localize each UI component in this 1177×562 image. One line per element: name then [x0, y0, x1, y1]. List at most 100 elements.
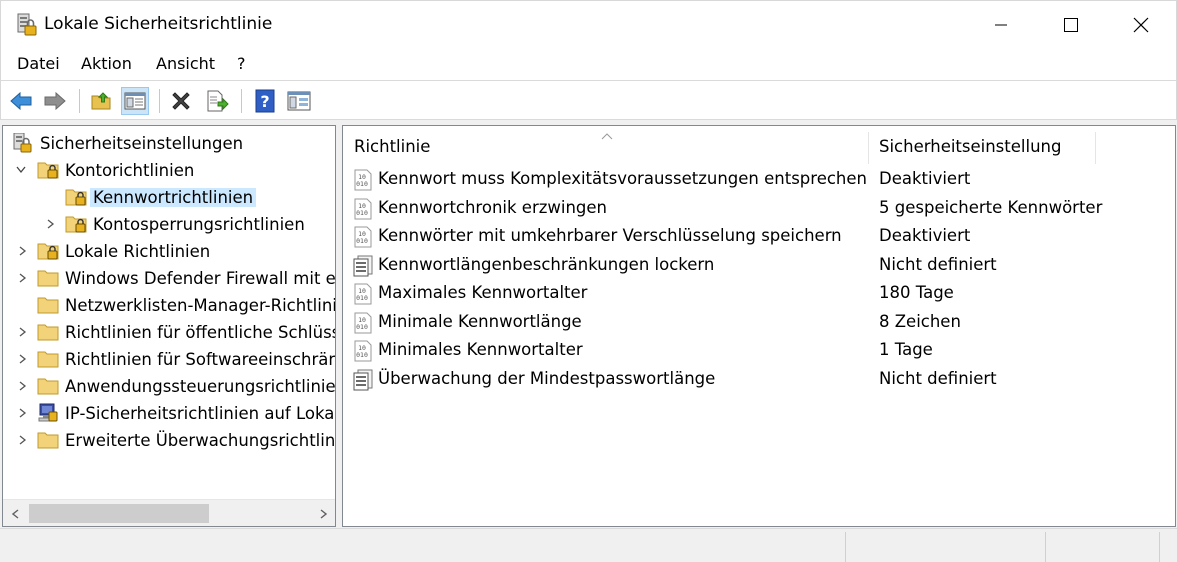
policy-setting: 1 Tage	[879, 340, 933, 359]
policy-setting: Deaktiviert	[879, 226, 971, 245]
tree-root-label: Sicherheitseinstellungen	[40, 133, 244, 153]
menu-aktion[interactable]: Aktion	[81, 54, 132, 73]
toolbar: ?	[0, 80, 1177, 120]
horizontal-scrollbar[interactable]	[3, 499, 335, 526]
svg-text:?: ?	[260, 92, 269, 111]
policy-name: Kennwortlängenbeschränkungen lockern	[378, 254, 715, 274]
tree-item-ip-security[interactable]: IP-Sicherheitsrichtlinien auf Lokaler Co…	[17, 400, 335, 426]
policy-name: Minimale Kennwortlänge	[378, 311, 582, 331]
tree-item-kennwortrichtlinien[interactable]: Kennwortrichtlinien	[65, 184, 257, 210]
folder-icon	[37, 351, 59, 368]
binary-policy-icon: 10 010	[354, 340, 372, 362]
table-row[interactable]: 10 010 Minimale Kennwortlänge 8 Zeichen	[343, 309, 1175, 337]
policy-name: Kennwortchronik erzwingen	[378, 197, 608, 217]
svg-text:010: 010	[356, 323, 368, 331]
menu-datei[interactable]: Datei	[17, 54, 60, 73]
show-hide-tree-button[interactable]	[121, 87, 149, 115]
tree-item-netzwerklisten-manager[interactable]: Netzwerklisten-Manager-Richtlinien	[37, 292, 336, 318]
policy-name: Maximales Kennwortalter	[378, 283, 588, 302]
tree-item-public-key-policies[interactable]: Richtlinien für öffentliche Schlüssel	[17, 319, 335, 345]
table-row[interactable]: Überwachung der Mindestpasswortlänge Nic…	[343, 366, 1175, 394]
tree-root[interactable]: Sicherheitseinstellungen	[12, 130, 243, 156]
tree-item-label: Kennwortrichtlinien	[90, 187, 257, 207]
close-button[interactable]	[1106, 1, 1176, 49]
window-title: Lokale Sicherheitsrichtlinie	[44, 14, 273, 34]
column-divider[interactable]	[1095, 132, 1096, 164]
delete-button[interactable]	[167, 87, 195, 115]
chevron-right-icon	[320, 508, 327, 519]
tree-item-kontosperrungsrichtlinien[interactable]: Kontosperrungsrichtlinien	[45, 211, 305, 237]
column-divider[interactable]	[868, 132, 869, 164]
column-header-setting[interactable]: Sicherheitseinstellung	[879, 126, 1061, 166]
tree-item-application-control[interactable]: Anwendungssteuerungsrichtlinien	[17, 373, 336, 399]
chevron-left-icon	[11, 508, 18, 519]
chevron-down-icon[interactable]	[15, 164, 27, 176]
svg-text:010: 010	[356, 180, 368, 188]
title-bar[interactable]: Lokale Sicherheitsrichtlinie	[0, 0, 1177, 48]
close-icon	[1133, 17, 1149, 33]
export-list-button[interactable]	[203, 87, 231, 115]
chevron-right-icon[interactable]	[17, 326, 29, 338]
chevron-right-icon[interactable]	[17, 434, 29, 446]
chevron-right-icon[interactable]	[17, 245, 29, 257]
column-header-policy[interactable]: Richtlinie	[354, 126, 430, 166]
up-one-level-button[interactable]	[87, 87, 115, 115]
properties-button[interactable]	[285, 87, 313, 115]
table-row[interactable]: 10 010 Maximales Kennwortalter 180 Tage	[343, 280, 1175, 308]
tree-item-advanced-audit[interactable]: Erweiterte Überwachungsrichtlinienkonfig…	[17, 427, 335, 453]
scroll-right-button[interactable]	[311, 500, 335, 526]
tree-item-label: Anwendungssteuerungsrichtlinien	[65, 376, 336, 396]
chevron-right-icon[interactable]	[17, 407, 29, 419]
tree-item-label: Netzwerklisten-Manager-Richtlinien	[65, 295, 336, 315]
folder-icon	[37, 378, 59, 395]
tree-item-firewall[interactable]: Windows Defender Firewall mit erweiterte…	[17, 265, 336, 291]
binary-policy-icon: 10 010	[354, 226, 372, 248]
tree-item-label: IP-Sicherheitsrichtlinien auf Lokaler Co…	[65, 403, 335, 423]
chevron-right-icon[interactable]	[17, 272, 29, 284]
chevron-right-icon[interactable]	[17, 353, 29, 365]
resize-grip[interactable]	[1159, 532, 1177, 562]
menu-ansicht[interactable]: Ansicht	[156, 54, 215, 73]
locked-folder-icon	[65, 189, 87, 206]
table-row[interactable]: 10 010 Minimales Kennwortalter 1 Tage	[343, 337, 1175, 365]
maximize-button[interactable]	[1036, 1, 1106, 49]
forward-button[interactable]	[41, 87, 69, 115]
scroll-left-button[interactable]	[3, 500, 27, 526]
navigation-tree[interactable]: Sicherheitseinstellungen Kontorichtlinie…	[2, 125, 336, 527]
table-row[interactable]: 10 010 Kennwörter mit umkehrbarer Versch…	[343, 223, 1175, 251]
tree-item-software-restriction[interactable]: Richtlinien für Softwareeinschränkung	[17, 346, 335, 372]
back-button[interactable]	[7, 87, 35, 115]
svg-text:010: 010	[356, 237, 368, 245]
table-row[interactable]: Kennwortlängenbeschränkungen lockern Nic…	[343, 252, 1175, 280]
menu-help[interactable]: ?	[237, 54, 246, 73]
table-row[interactable]: 10 010 Kennwortchronik erzwingen 5 gespe…	[343, 195, 1175, 223]
policy-setting: 180 Tage	[879, 283, 954, 302]
minimize-button[interactable]	[966, 1, 1036, 49]
tree-item-lokale-richtlinien[interactable]: Lokale Richtlinien	[17, 238, 210, 264]
locked-folder-icon	[37, 243, 59, 260]
binary-policy-icon: 10 010	[354, 312, 372, 333]
policy-name: Kennwörter mit umkehrbarer Verschlüsselu…	[378, 226, 842, 245]
tree-item-label: Lokale Richtlinien	[65, 241, 211, 261]
svg-text:010: 010	[356, 351, 368, 359]
scroll-thumb[interactable]	[29, 504, 209, 523]
tree-item-kontorichtlinien[interactable]: Kontorichtlinien	[15, 157, 194, 183]
status-panel	[845, 532, 1045, 562]
policy-list[interactable]: Richtlinie Sicherheitseinstellung 10 010…	[342, 125, 1176, 527]
help-icon: ?	[255, 89, 275, 113]
table-row[interactable]: 10 010 Kennwort muss Komplexitätsvorauss…	[343, 166, 1175, 194]
svg-text:010: 010	[356, 209, 368, 217]
tree-item-label: Windows Defender Firewall mit erweiterte…	[65, 268, 336, 288]
chevron-right-icon[interactable]	[17, 380, 29, 392]
properties-icon	[287, 91, 311, 111]
status-bar	[0, 528, 1177, 562]
help-button[interactable]: ?	[251, 87, 279, 115]
chevron-right-icon[interactable]	[45, 218, 57, 230]
tree-item-label: Kontosperrungsrichtlinien	[93, 214, 305, 234]
policy-name: Minimales Kennwortalter	[378, 340, 583, 359]
menu-bar: Datei Aktion Ansicht ?	[0, 48, 1177, 80]
binary-policy-icon: 10 010	[354, 169, 372, 191]
sort-ascending-icon	[601, 126, 613, 145]
locked-folder-icon	[65, 216, 87, 233]
locked-folder-icon	[37, 162, 59, 179]
